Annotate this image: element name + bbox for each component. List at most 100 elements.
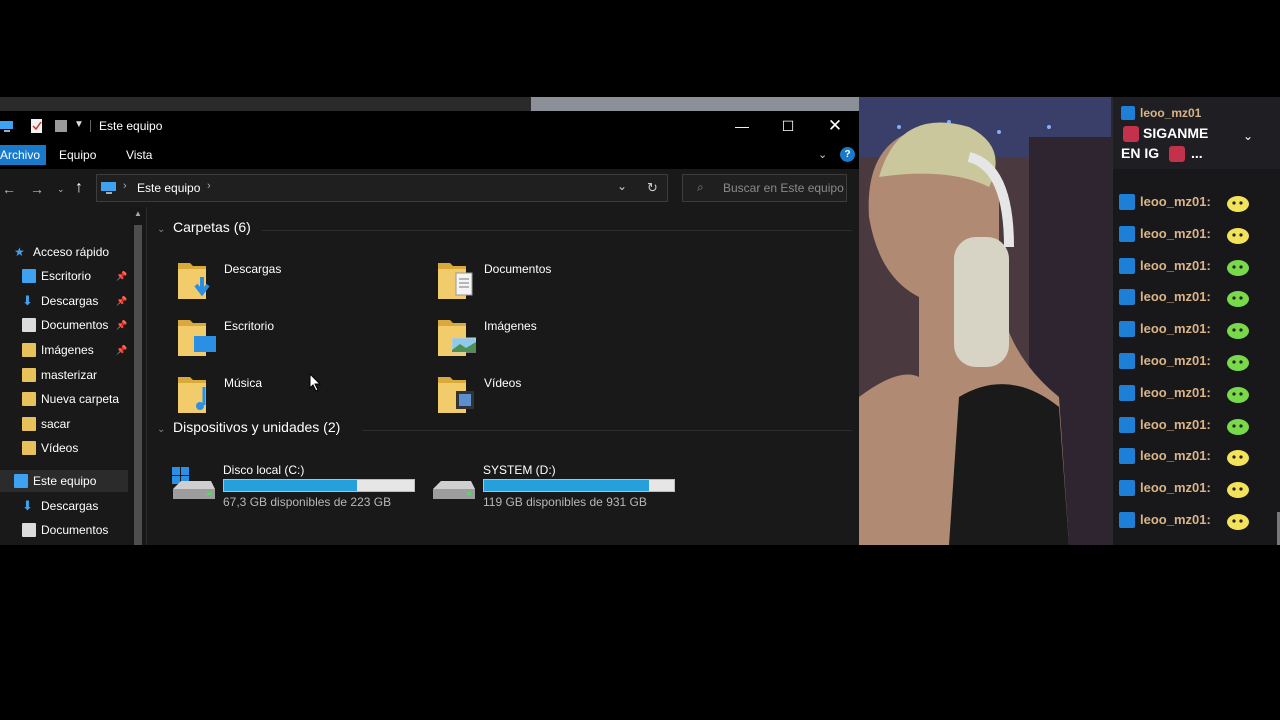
documents-icon bbox=[22, 318, 36, 332]
up-icon[interactable]: ↑ bbox=[75, 179, 83, 197]
folder-música[interactable]: Música bbox=[176, 371, 426, 421]
background-strip bbox=[0, 97, 531, 111]
sidebar-item-masterizar[interactable]: masterizar bbox=[0, 364, 128, 386]
chevron-down-icon[interactable]: ⌄ bbox=[1243, 129, 1253, 143]
address-dropdown-icon[interactable]: ⌄ bbox=[617, 179, 627, 193]
chat-username[interactable]: leoo_mz01: bbox=[1140, 417, 1211, 432]
sidebar-scroll-thumb[interactable] bbox=[134, 225, 142, 545]
expand-ribbon-icon[interactable]: ⌄ bbox=[818, 148, 827, 161]
music-folder-icon bbox=[178, 377, 206, 413]
sidebar-item-escritorio[interactable]: Escritorio 📌 bbox=[0, 265, 128, 287]
address-bar[interactable]: › Este equipo › ⌄ ↻ bbox=[96, 174, 668, 202]
folder-documentos[interactable]: Documentos bbox=[436, 257, 686, 307]
green-emote-icon bbox=[1227, 323, 1249, 340]
properties-icon[interactable] bbox=[30, 119, 44, 133]
desktop-folder-icon bbox=[22, 269, 36, 283]
mod-badge-icon bbox=[1119, 448, 1135, 465]
folder-escritorio[interactable]: Escritorio bbox=[176, 314, 426, 364]
chat-username[interactable]: leoo_mz01: bbox=[1140, 289, 1211, 304]
chat-username[interactable]: leoo_mz01: bbox=[1140, 480, 1211, 495]
sidebar-item-acceso-rápido[interactable]: ★ Acceso rápido bbox=[0, 241, 128, 263]
yellow-emote-icon bbox=[1227, 514, 1249, 530]
pinned-text-line1: SIGANME bbox=[1143, 125, 1209, 141]
chat-username[interactable]: leoo_mz01: bbox=[1140, 512, 1211, 527]
sidebar-item-descargas[interactable]: ⬇ Descargas 📌 bbox=[0, 290, 128, 312]
folder-name: Imágenes bbox=[484, 319, 537, 333]
heart-emote-icon bbox=[1169, 146, 1185, 162]
pin-icon: 📌 bbox=[116, 296, 128, 306]
back-icon[interactable]: ← bbox=[2, 181, 16, 197]
mod-badge-icon bbox=[1119, 416, 1135, 433]
sidebar-item-label: Imágenes bbox=[41, 343, 94, 357]
tab-equipo[interactable]: Equipo bbox=[53, 145, 102, 165]
sidebar-item-label: Acceso rápido bbox=[33, 245, 110, 259]
minimize-button[interactable]: — bbox=[719, 111, 765, 141]
close-button[interactable]: ✕ bbox=[812, 111, 858, 141]
recent-locations-icon[interactable]: ⌄ bbox=[57, 184, 65, 195]
heart-emote-icon bbox=[1123, 126, 1139, 142]
folder-descargas[interactable]: Descargas bbox=[176, 257, 426, 307]
star-icon: ★ bbox=[14, 245, 25, 259]
green-emote-icon bbox=[1227, 291, 1249, 308]
chat-username[interactable]: leoo_mz01: bbox=[1140, 258, 1211, 273]
drive-usage-bar bbox=[223, 479, 415, 492]
new-folder-icon[interactable] bbox=[54, 119, 68, 133]
navigation-pane: ★ Acceso rápido Escritorio 📌 ⬇ Descargas 📌 Docu… bbox=[0, 207, 147, 545]
sidebar-item-documentos[interactable]: Documentos 📌 bbox=[0, 314, 128, 336]
folder-name: Música bbox=[224, 376, 263, 390]
collapse-chevron-icon[interactable]: ⌄ bbox=[157, 424, 167, 435]
search-box[interactable]: ⌕ Buscar en Este equipo bbox=[682, 174, 847, 202]
folder-name: Documentos bbox=[484, 262, 552, 276]
pinned-text-line2: EN IG bbox=[1121, 145, 1160, 161]
maximize-button[interactable]: ☐ bbox=[765, 111, 811, 141]
sidebar-item-vídeos[interactable]: Vídeos bbox=[0, 437, 128, 459]
chat-username[interactable]: leoo_mz01: bbox=[1140, 353, 1211, 368]
refresh-icon[interactable]: ↻ bbox=[647, 180, 658, 196]
tab-archivo[interactable]: Archivo bbox=[0, 145, 47, 165]
drive-name: SYSTEM (D:) bbox=[483, 463, 556, 477]
chat-message: leoo_mz01: bbox=[1119, 350, 1269, 372]
sidebar-item-label: Descargas bbox=[41, 499, 99, 513]
sidebar-item-sacar[interactable]: sacar bbox=[0, 413, 128, 435]
drive-name: Disco local (C:) bbox=[223, 463, 305, 477]
chat-username[interactable]: leoo_mz01: bbox=[1140, 385, 1211, 400]
help-icon[interactable]: ? bbox=[840, 147, 855, 162]
drives-group-header[interactable]: ⌄ Dispositivos y unidades (2) bbox=[157, 419, 340, 435]
mod-badge-icon bbox=[1119, 321, 1135, 338]
sidebar-item-escritorio[interactable]: Escritorio bbox=[0, 544, 128, 545]
drive-1[interactable]: SYSTEM (D:) 119 GB disponibles de 931 GB bbox=[431, 463, 681, 513]
chat-username[interactable]: leoo_mz01: bbox=[1140, 321, 1211, 336]
sidebar-item-este-equipo[interactable]: Este equipo bbox=[0, 470, 128, 492]
chat-message: leoo_mz01: bbox=[1119, 445, 1269, 467]
forward-icon[interactable]: → bbox=[30, 181, 44, 197]
scroll-up-icon[interactable]: ▲ bbox=[134, 209, 142, 218]
folder-imágenes[interactable]: Imágenes bbox=[436, 314, 686, 364]
pinned-message[interactable]: leoo_mz01 SIGANME EN IG ... ⌄ bbox=[1113, 97, 1280, 169]
sidebar-item-nueva-carpeta[interactable]: Nueva carpeta bbox=[0, 388, 128, 410]
drive-0[interactable]: Disco local (C:) 67,3 GB disponibles de 2… bbox=[171, 463, 421, 513]
chat-username[interactable]: leoo_mz01: bbox=[1140, 194, 1211, 209]
chat-message: leoo_mz01: bbox=[1119, 477, 1269, 499]
sidebar-item-documentos[interactable]: Documentos bbox=[0, 519, 128, 541]
sidebar-item-imágenes[interactable]: Imágenes 📌 bbox=[0, 339, 128, 361]
desktop-folder-icon bbox=[178, 320, 216, 356]
sidebar-item-label: Escritorio bbox=[41, 544, 91, 545]
folder-icon bbox=[22, 392, 36, 406]
sidebar-item-label: sacar bbox=[41, 417, 71, 431]
download-icon: ⬇ bbox=[22, 293, 33, 308]
breadcrumb-chevron-icon: › bbox=[123, 180, 127, 192]
chat-message: leoo_mz01: bbox=[1119, 286, 1269, 308]
file-explorer-window: ▼ Este equipo — ☐ ✕ Archivo Equipo Vista… bbox=[0, 111, 859, 545]
sidebar-item-descargas[interactable]: ⬇ Descargas bbox=[0, 495, 128, 517]
quick-access-dropdown-icon[interactable]: ▼ bbox=[74, 119, 84, 133]
folder-vídeos[interactable]: Vídeos bbox=[436, 371, 686, 421]
folders-group-header[interactable]: ⌄ Carpetas (6) bbox=[157, 219, 251, 235]
collapse-chevron-icon[interactable]: ⌄ bbox=[157, 224, 167, 235]
downloads-folder-icon bbox=[178, 263, 210, 299]
chat-username[interactable]: leoo_mz01: bbox=[1140, 448, 1211, 463]
folder-name: Descargas bbox=[224, 262, 282, 276]
tab-vista[interactable]: Vista bbox=[120, 145, 158, 165]
breadcrumb-location[interactable]: Este equipo bbox=[137, 181, 200, 195]
sidebar-item-label: masterizar bbox=[41, 368, 98, 382]
chat-username[interactable]: leoo_mz01: bbox=[1140, 226, 1211, 241]
